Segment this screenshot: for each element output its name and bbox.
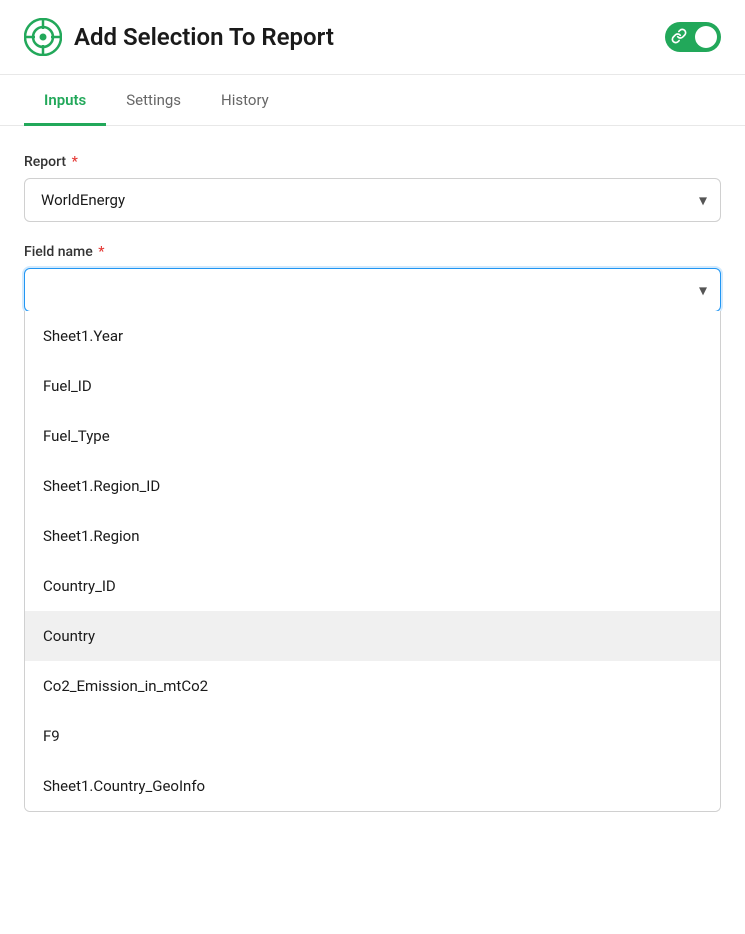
report-required-indicator: * xyxy=(72,154,78,170)
toggle-container[interactable] xyxy=(665,22,721,52)
field-name-dropdown: Sheet1.Year Fuel_ID Fuel_Type Sheet1.Reg… xyxy=(24,311,721,812)
field-name-label: Field name * xyxy=(24,244,721,260)
field-name-required-indicator: * xyxy=(98,244,104,260)
dropdown-item-f9[interactable]: F9 xyxy=(25,711,720,761)
field-name-select[interactable] xyxy=(24,268,721,312)
dropdown-scroll-area[interactable]: Sheet1.Year Fuel_ID Fuel_Type Sheet1.Reg… xyxy=(25,311,720,811)
link-icon xyxy=(671,28,687,47)
link-toggle[interactable] xyxy=(665,22,721,52)
field-name-section: Field name * ▾ Sheet1.Year Fuel_ID xyxy=(24,244,721,312)
dropdown-item-sheet1year[interactable]: Sheet1.Year xyxy=(25,311,720,361)
dropdown-item-fuel-id[interactable]: Fuel_ID xyxy=(25,361,720,411)
field-name-select-wrapper: ▾ Sheet1.Year Fuel_ID Fuel_Type xyxy=(24,268,721,312)
tab-inputs[interactable]: Inputs xyxy=(24,75,106,126)
tabs-container: Inputs Settings History xyxy=(0,75,745,126)
tab-settings[interactable]: Settings xyxy=(106,75,201,126)
dropdown-item-sheet1region[interactable]: Sheet1.Region xyxy=(25,511,720,561)
dropdown-item-sheet1countrygeoinfo[interactable]: Sheet1.Country_GeoInfo xyxy=(25,761,720,811)
dropdown-item-co2emission[interactable]: Co2_Emission_in_mtCo2 xyxy=(25,661,720,711)
dropdown-item-fuel-type[interactable]: Fuel_Type xyxy=(25,411,720,461)
tab-history[interactable]: History xyxy=(201,75,289,126)
page-title: Add Selection To Report xyxy=(74,23,334,51)
app-container: Add Selection To Report Inputs Settings … xyxy=(0,0,745,934)
report-select[interactable]: WorldEnergy xyxy=(24,178,721,222)
report-field-label: Report * xyxy=(24,154,721,170)
dropdown-item-country[interactable]: Country xyxy=(25,611,720,661)
content-area: Report * WorldEnergy ▾ Field name * ▾ xyxy=(0,126,745,362)
app-logo-icon xyxy=(24,18,62,56)
dropdown-item-country-id[interactable]: Country_ID xyxy=(25,561,720,611)
header: Add Selection To Report xyxy=(0,0,745,75)
header-left: Add Selection To Report xyxy=(24,18,334,56)
dropdown-item-sheet1regionid[interactable]: Sheet1.Region_ID xyxy=(25,461,720,511)
report-select-wrapper: WorldEnergy ▾ xyxy=(24,178,721,222)
